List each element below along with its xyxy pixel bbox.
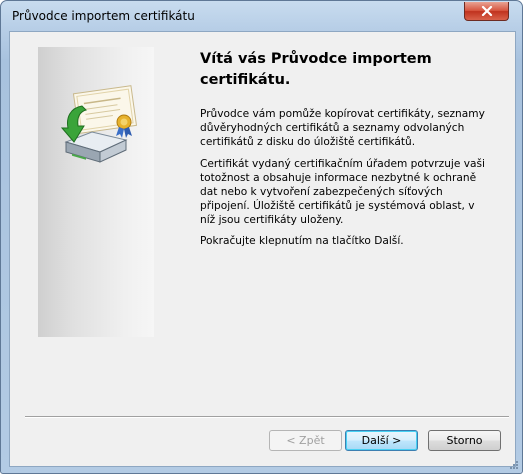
close-icon [481,6,492,16]
title-bar[interactable]: Průvodce importem certifikátu [1,1,522,31]
wizard-window: Průvodce importem certifikátu Vítá vás P… [0,0,523,474]
certificate-import-icon [60,85,138,163]
next-button[interactable]: Další > [345,430,418,451]
window-title: Průvodce importem certifikátu [12,9,195,23]
wizard-heading: Vítá vás Průvodce importem certifikátu. [200,51,432,88]
intro-paragraph: Průvodce vám pomůže kopírovat certifikát… [200,108,485,148]
cancel-button[interactable]: Storno [428,430,501,451]
certificate-info-paragraph: Certifikát vydaný certifikačním úřadem p… [200,158,485,226]
button-separator [25,416,509,418]
resize-grip-icon[interactable] [509,460,519,470]
back-button[interactable]: < Zpět [269,430,342,451]
wizard-body: Vítá vás Průvodce importem certifikátu. … [9,31,516,467]
continue-instruction: Pokračujte klepnutím na tlačítko Další. [200,235,404,247]
close-button[interactable] [464,2,509,21]
